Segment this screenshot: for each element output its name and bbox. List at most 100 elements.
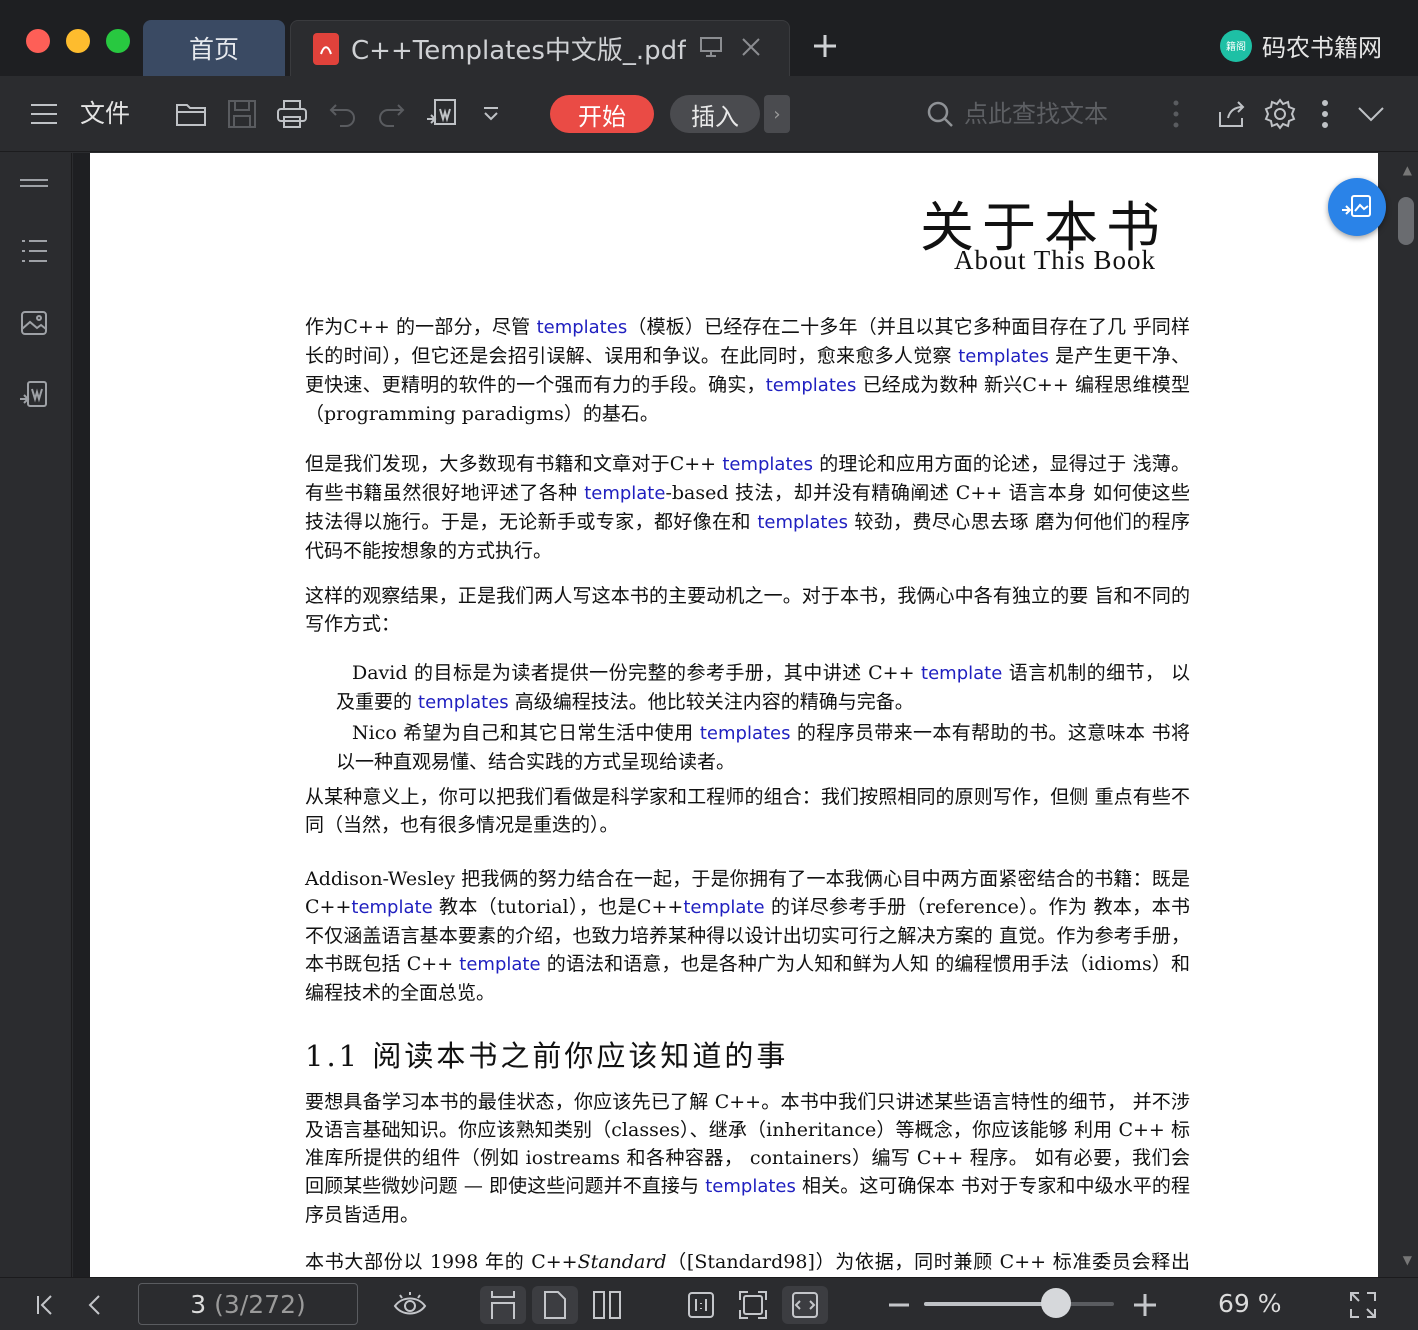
page-total: (3/272) — [214, 1289, 306, 1319]
pdf-page: 关于本书 About This Book 作为C++ 的一部分，尽管 templ… — [90, 153, 1378, 1277]
single-page-button[interactable] — [532, 1286, 578, 1324]
image-icon — [21, 311, 47, 335]
file-menu[interactable]: 文件 — [80, 94, 130, 130]
zoom-percentage[interactable]: 69 % — [1218, 1289, 1282, 1318]
fullscreen-button[interactable] — [1346, 1286, 1380, 1324]
hamburger-icon — [31, 104, 57, 124]
keyword-link: templates — [418, 692, 509, 713]
convert-image-icon — [1342, 195, 1371, 217]
vertical-dots-icon — [1173, 100, 1179, 128]
brand[interactable]: 籍阁 码农书籍网 — [1220, 28, 1382, 63]
page-number-input[interactable]: 3 (3/272) — [138, 1283, 358, 1325]
paragraph: David 的目标是为读者提供一份完整的参考手册，其中讲述 C++ templa… — [336, 662, 1190, 713]
export-icon — [20, 381, 47, 407]
previous-page-button[interactable] — [80, 1286, 110, 1324]
open-file-button[interactable] — [174, 94, 210, 134]
paragraph: Addison-Wesley 把我俩的努力结合在一起，于是你拥有了一本我俩心目中… — [305, 868, 1190, 1004]
sidebar-item-export[interactable] — [18, 379, 50, 411]
sidebar-collapse-button[interactable] — [18, 167, 50, 199]
zoom-in-button[interactable] — [1130, 1286, 1160, 1324]
document-viewport[interactable]: 关于本书 About This Book 作为C++ 的一部分，尽管 templ… — [73, 153, 1418, 1277]
keyword-link: templates — [705, 1176, 796, 1197]
sidebar-item-thumbnails[interactable] — [18, 307, 50, 339]
tab-scroll-right-button[interactable]: › — [764, 95, 790, 133]
paragraph: Nico 希望为自己和其它日常生活中使用 templates 的程序员带来一本有… — [336, 722, 1190, 773]
paragraph: 作为C++ 的一部分，尽管 templates（模板）已经存在二十多年（并且以其… — [305, 316, 1190, 425]
continuous-scroll-button[interactable] — [480, 1286, 526, 1324]
screen-icon[interactable] — [698, 35, 724, 63]
fit-page-button[interactable] — [732, 1286, 774, 1324]
print-button[interactable] — [274, 94, 310, 134]
brand-name: 码农书籍网 — [1262, 34, 1382, 62]
export-icon — [427, 99, 456, 125]
new-tab-button[interactable] — [812, 28, 838, 68]
toolbar-divider-more[interactable] — [1166, 94, 1186, 134]
folder-icon — [176, 104, 206, 126]
printer-icon — [277, 100, 307, 128]
scroll-down-arrow-icon[interactable]: ▼ — [1403, 1253, 1412, 1267]
eye-care-button[interactable] — [390, 1286, 430, 1324]
chevron-down-icon — [484, 107, 498, 121]
keyword-link: templates — [699, 723, 791, 744]
share-button[interactable] — [1214, 94, 1250, 134]
keyword-link: templates — [958, 346, 1049, 367]
close-tab-icon[interactable] — [740, 36, 762, 62]
paragraph: 从某种意义上，你可以把我们看做是科学家和工程师的组合：我们按照相同的原则写作，但… — [305, 786, 1190, 836]
collapse-lines-icon — [20, 179, 48, 187]
redo-button[interactable] — [374, 94, 408, 134]
tab-insert[interactable]: 插入 — [670, 95, 760, 133]
close-window-button[interactable] — [26, 29, 50, 53]
tab-document[interactable]: C++Templates中文版_.pdf — [290, 20, 790, 76]
collapse-toolbar-button[interactable] — [1354, 94, 1388, 134]
toolbar-dropdown-button[interactable] — [476, 94, 506, 134]
search-input[interactable] — [964, 100, 1134, 128]
zoom-out-button[interactable] — [884, 1286, 914, 1324]
actual-size-button[interactable] — [680, 1286, 722, 1324]
export-button[interactable] — [424, 94, 460, 134]
keyword-link: template — [584, 483, 666, 504]
keyword-link: templates — [722, 454, 813, 475]
paragraph: 但是我们发现，大多数现有书籍和文章对于C++ templates 的理论和应用方… — [305, 453, 1190, 562]
fit-page-icon — [739, 1291, 767, 1319]
zoom-slider-knob[interactable] — [1041, 1288, 1072, 1318]
vertical-scrollbar[interactable]: ▲ ▼ — [1378, 153, 1418, 1277]
continuous-page-icon — [491, 1291, 515, 1319]
tab-home-label: 首页 — [188, 35, 239, 64]
menu-button[interactable] — [28, 94, 60, 134]
zoom-slider-fill — [924, 1302, 1057, 1306]
section-heading: 1.1 阅读本书之前你应该知道的事 — [305, 1039, 789, 1073]
zoom-window-button[interactable] — [106, 29, 130, 53]
first-page-button[interactable] — [30, 1286, 60, 1324]
zoom-slider[interactable] — [924, 1302, 1114, 1306]
plus-icon — [814, 35, 836, 57]
chevron-down-icon — [1358, 107, 1384, 122]
undo-button[interactable] — [326, 94, 360, 134]
save-button[interactable] — [224, 94, 260, 134]
tab-start[interactable]: 开始 — [550, 95, 654, 133]
sidebar-item-outline[interactable] — [18, 235, 50, 267]
two-page-button[interactable] — [584, 1286, 630, 1324]
fit-width-button[interactable] — [782, 1286, 828, 1324]
more-options-button[interactable] — [1314, 94, 1336, 134]
plus-icon — [1134, 1294, 1156, 1316]
floating-convert-button[interactable] — [1328, 178, 1386, 236]
gear-icon — [1264, 98, 1296, 130]
more-vertical-icon — [1322, 100, 1328, 128]
settings-button[interactable] — [1262, 94, 1298, 134]
left-sidebar — [0, 153, 72, 1277]
keyword-link: template — [921, 663, 1003, 684]
paragraph: 要想具备学习本书的最佳状态，你应该先已了解 C++。本书中我们只讲述某些语言特性… — [305, 1091, 1190, 1226]
keyword-link: templates — [757, 512, 848, 533]
actual-size-icon — [688, 1292, 714, 1318]
minimize-window-button[interactable] — [66, 29, 90, 53]
scrollbar-thumb[interactable] — [1398, 197, 1414, 245]
redo-icon — [379, 104, 405, 127]
current-page: 3 — [190, 1289, 207, 1319]
fullscreen-icon — [1350, 1292, 1376, 1318]
paragraph: 本书大部份以 1998 年的 C++Standard（[Standard98]）… — [305, 1251, 1190, 1273]
search-box[interactable] — [926, 94, 1136, 134]
brand-logo-icon: 籍阁 — [1220, 29, 1252, 62]
keyword-link: template — [351, 897, 433, 918]
scroll-up-arrow-icon[interactable]: ▲ — [1403, 163, 1412, 177]
tab-home[interactable]: 首页 — [143, 20, 285, 76]
